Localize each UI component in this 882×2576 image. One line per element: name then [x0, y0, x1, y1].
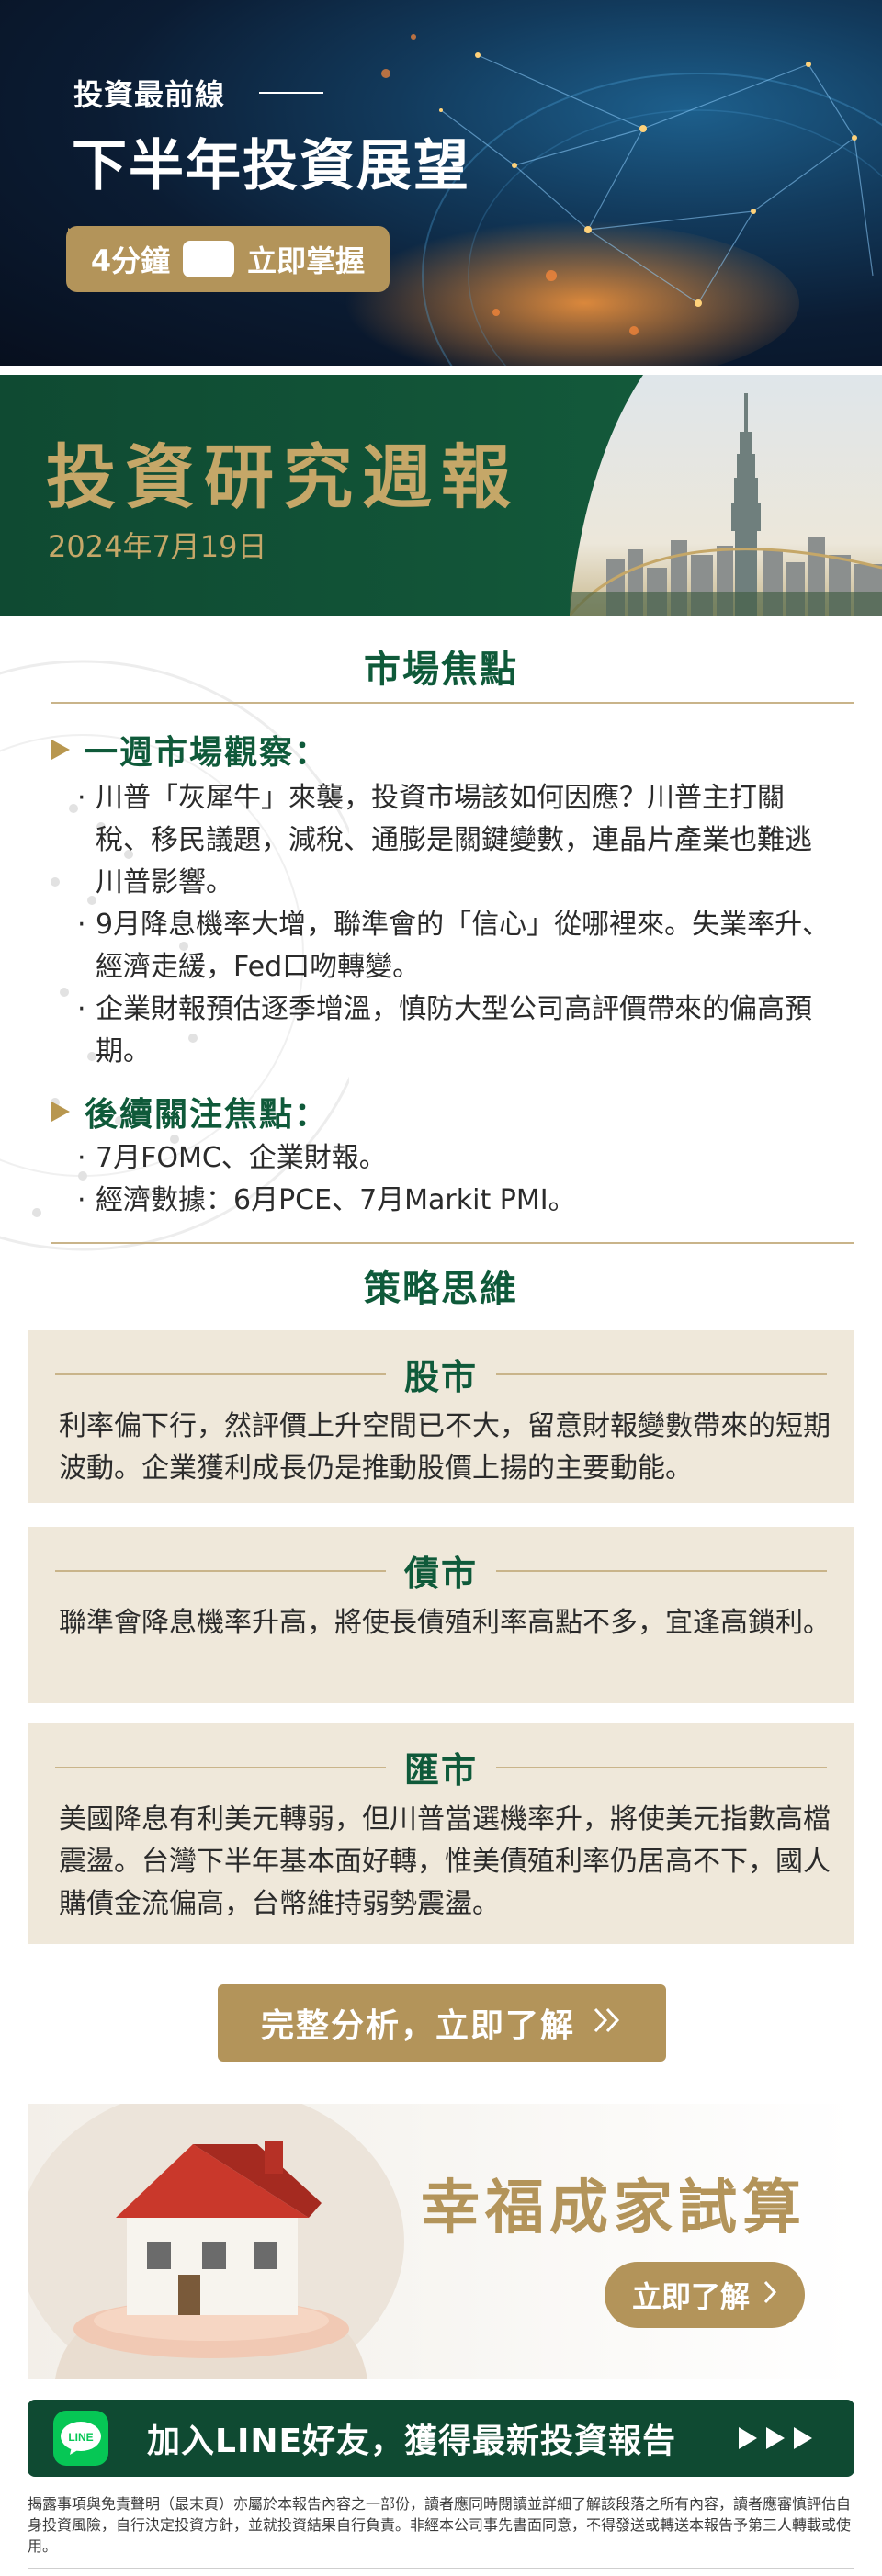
join-line-button[interactable]: LINE 加入LINE好友，獲得最新投資報告	[28, 2400, 854, 2477]
full-analysis-button[interactable]: 完整分析，立即了解	[218, 1984, 666, 2062]
bullet-dot: ·	[77, 993, 86, 1025]
weekly-report-banner: 投資研究週報 2024年7月19日	[0, 375, 882, 616]
list-item: · 9月降息機率大增，聯準會的「信心」從哪裡來。失業率升、經濟走緩，Fed口吻轉變…	[77, 904, 831, 989]
weekly-report-title: 投資研究週報	[46, 436, 520, 518]
card-divider	[54, 1373, 386, 1375]
hero-title: 下半年投資展望	[72, 134, 470, 198]
strategy-card-bonds: 債市 聯準會降息機率升高，將使長債殖利率高點不多，宜逢高鎖利。	[28, 1527, 854, 1703]
strategy-card-stocks: 股市 利率偏下行，然評價上升空間已不大，留意財報變數帶來的短期波動。企業獲利成長…	[28, 1330, 854, 1503]
taipei-skyline-image	[570, 375, 882, 616]
follow-up-title: 後續關注焦點：	[85, 1096, 330, 1134]
line-logo-text: LINE	[68, 2431, 93, 2444]
list-item: · 7月FOMC、企業財報。	[77, 1137, 831, 1180]
strategy-card-forex: 匯市 美國降息有利美元轉弱，但川普當選機率升，將使美元指數高檔震盪。台灣下半年基…	[28, 1723, 854, 1944]
card-title: 匯市	[403, 1750, 478, 1791]
card-divider	[54, 1569, 386, 1572]
bottom-divider	[28, 2568, 854, 2569]
follow-up-heading: 後續關注焦點：	[51, 1088, 329, 1135]
card-divider	[496, 1569, 827, 1572]
hero-eyebrow: 投資最前線	[74, 77, 226, 112]
learn-more-button[interactable]: 立即了解	[605, 2262, 805, 2328]
play-icon	[68, 228, 235, 277]
home-calculator-title: 幸福成家試算	[421, 2175, 807, 2243]
home-calculator-banner[interactable]: 幸福成家試算 立即了解	[28, 2104, 854, 2379]
section-divider	[51, 1242, 854, 1244]
report-date: 2024年7月19日	[48, 529, 267, 564]
join-line-label: 加入LINE好友，獲得最新投資報告	[147, 2423, 677, 2460]
card-divider	[496, 1373, 827, 1375]
weekly-observation-title: 一週市場觀察：	[85, 734, 330, 772]
card-divider	[496, 1766, 827, 1768]
list-item: · 經濟數據：6月PCE、7月Markit PMI。	[77, 1180, 831, 1222]
full-analysis-label: 完整分析，立即了解	[260, 2007, 575, 2045]
card-divider	[54, 1766, 386, 1768]
card-title: 債市	[403, 1554, 478, 1594]
market-focus-heading: 市場焦點	[364, 649, 518, 691]
list-item: · 企業財報預估逐季增溫，慎防大型公司高評價帶來的偏高預期。	[77, 989, 831, 1073]
card-body: 美國降息有利美元轉弱，但川普當選機率升，將使美元指數高檔震盪。台灣下半年基本面好…	[59, 1803, 831, 1920]
strategy-heading: 策略思維	[364, 1268, 518, 1310]
house-in-hands-image	[28, 2104, 404, 2379]
watch-video-label: 立即掌握	[247, 243, 366, 278]
double-chevron-right-icon	[592, 2005, 623, 2042]
triangle-bullet-icon	[51, 740, 70, 760]
weekly-observation-heading: 一週市場觀察：	[51, 726, 329, 774]
list-item: · 川普「灰犀牛」來襲，投資市場該如何因應？川普主打關稅、移民議題，減稅、通膨是關…	[77, 777, 831, 904]
learn-more-label: 立即了解	[631, 2279, 750, 2314]
triangle-bullet-icon	[51, 1102, 70, 1122]
section-divider	[51, 702, 854, 704]
triple-arrow-icon	[737, 2424, 816, 2452]
bullet-dot: ·	[77, 909, 86, 941]
bullet-dot: ·	[77, 782, 86, 814]
video-duration: 4分鐘	[90, 243, 171, 278]
line-logo-icon: LINE	[53, 2411, 108, 2466]
bullet-dot: ·	[77, 1142, 86, 1174]
watch-video-button[interactable]: 4分鐘 立即掌握	[66, 226, 390, 292]
card-body: 聯準會降息機率升高，將使長債殖利率高點不多，宜逢高鎖利。	[59, 1607, 831, 1639]
card-body: 利率偏下行，然評價上升空間已不大，留意財報變數帶來的短期波動。企業獲利成長仍是推…	[59, 1410, 831, 1485]
card-title: 股市	[403, 1357, 478, 1397]
outlook-video-banner[interactable]: 投資最前線 下半年投資展望 4分鐘 立即掌握	[0, 0, 882, 366]
chevron-right-icon	[763, 2277, 777, 2312]
bullet-dot: ·	[77, 1184, 86, 1216]
disclaimer-text: 揭露事項與免責聲明（最末頁）亦屬於本報告內容之一部份，讀者應同時閱讀並詳細了解該…	[28, 2495, 852, 2555]
eyebrow-divider	[259, 92, 323, 94]
newsletter-page: 投資最前線 下半年投資展望 4分鐘 立即掌握 投資研究週報 2024年7月19日	[0, 0, 882, 2576]
